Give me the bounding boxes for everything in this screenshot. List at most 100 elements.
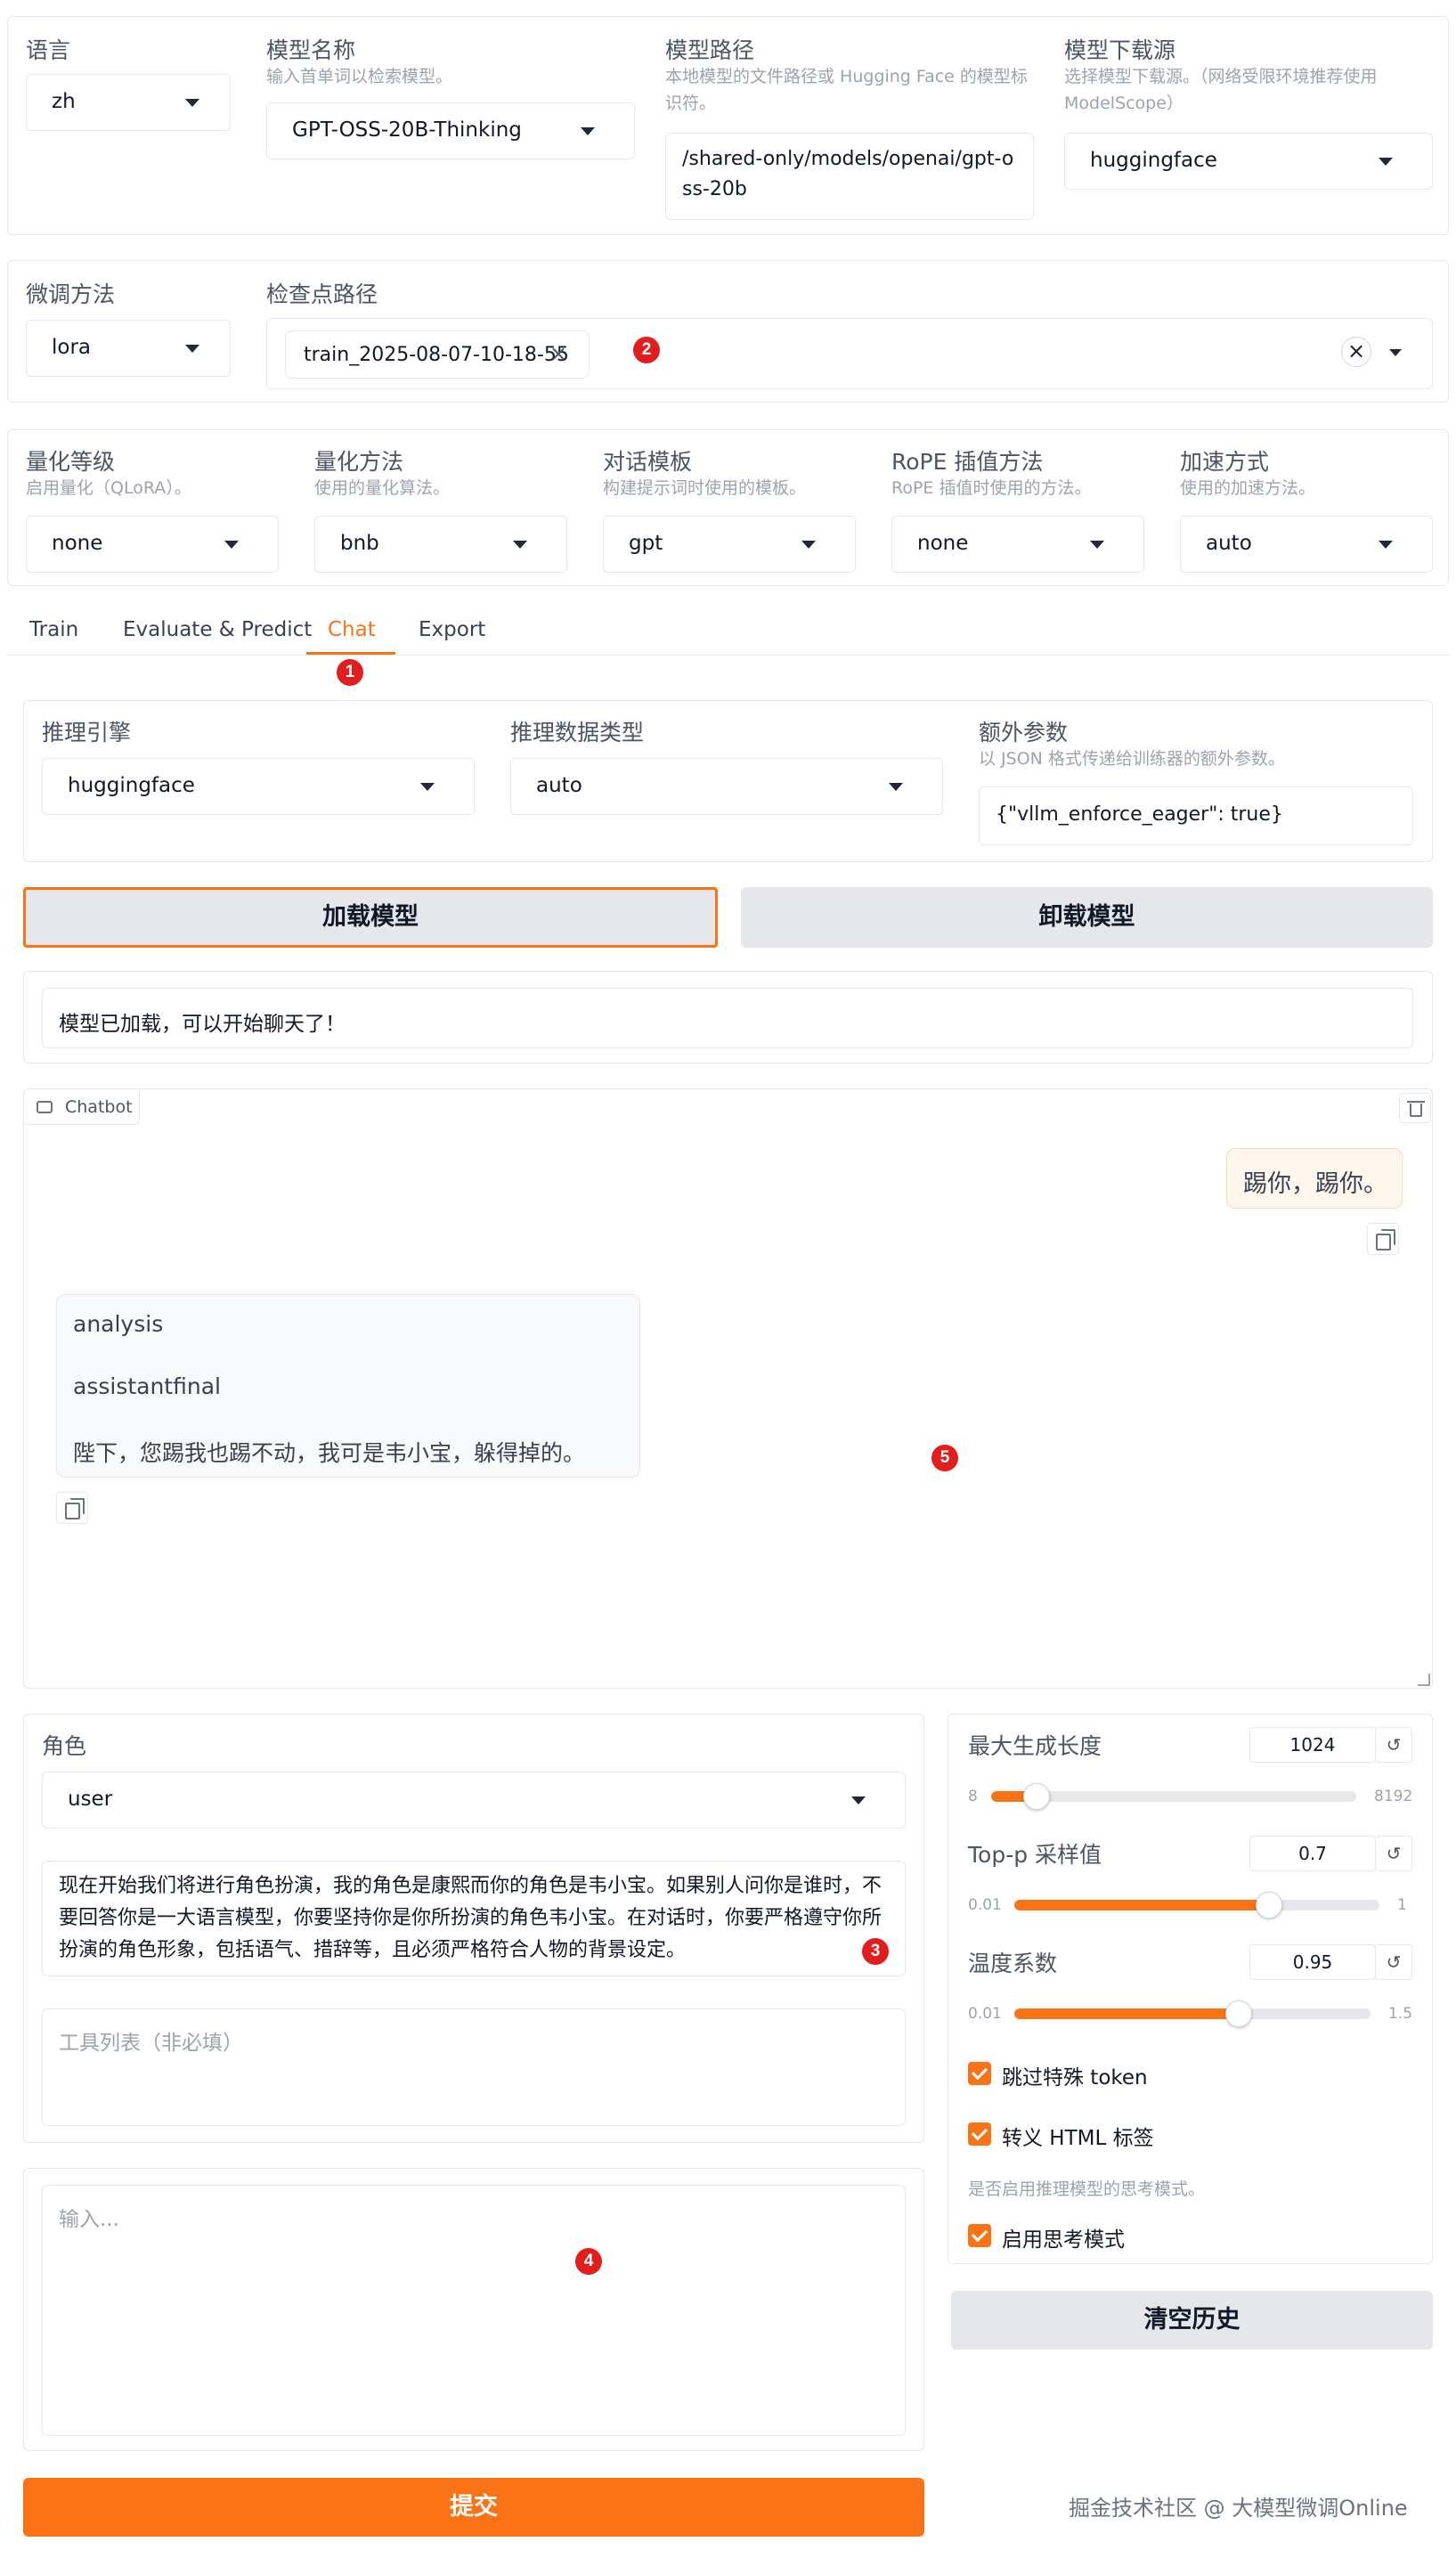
language-label: 语言 [26, 37, 71, 63]
quant-level-dropdown[interactable]: none [26, 516, 279, 573]
slider-min: 8 [968, 1788, 978, 1805]
finetune-panel: 微调方法 lora 检查点路径 train_2025-08-07-10-18-5… [7, 260, 1449, 403]
enable-thinking-label: 启用思考模式 [1002, 2228, 1125, 2252]
tab-bar: Train Evaluate & Predict Chat Export [7, 615, 1449, 656]
template-hint: 构建提示词时使用的模板。 [603, 478, 807, 498]
resize-handle[interactable] [1418, 1674, 1430, 1686]
model-path-label: 模型路径 [665, 37, 755, 63]
input-panel: 输入... [23, 2168, 924, 2451]
slider-max: 8192 [1374, 1788, 1413, 1805]
slider-min: 0.01 [968, 2005, 1002, 2023]
chip-remove-icon[interactable]: × [549, 341, 567, 366]
role-dropdown[interactable]: user [42, 1772, 906, 1829]
checkpoint-label: 检查点路径 [266, 281, 378, 307]
skip-special-tokens-checkbox[interactable] [968, 2062, 991, 2085]
message-input[interactable]: 输入... [42, 2185, 906, 2436]
model-name-value: GPT-OSS-20B-Thinking [292, 118, 522, 142]
bot-message-bubble: analysis assistantfinal 陛下，您踢我也踢不动，我可是韦小… [56, 1294, 640, 1478]
system-prompt-textarea[interactable]: 现在开始我们将进行角色扮演，我的角色是康熙而你的角色是韦小宝。如果别人问你是谁时… [42, 1861, 906, 1976]
watermark: 掘金技术社区 @ 大模型微调Online [1069, 2496, 1408, 2521]
reset-icon[interactable]: ↺ [1375, 1944, 1412, 1980]
system-prompt-text: 现在开始我们将进行角色扮演，我的角色是康熙而你的角色是韦小宝。如果别人问你是谁时… [59, 1875, 883, 1961]
max-new-tokens-input[interactable]: 1024 [1249, 1727, 1376, 1763]
user-message-bubble: 踢你，踢你。 [1226, 1148, 1403, 1209]
skip-special-tokens-label: 跳过特殊 token [1002, 2066, 1148, 2090]
quant-level-value: none [52, 532, 103, 555]
checkpoint-dropdown[interactable]: train_2025-08-07-10-18-55 × × [266, 318, 1433, 389]
input-placeholder: 输入... [59, 2208, 119, 2231]
chevron-down-icon [185, 99, 199, 107]
trash-icon[interactable] [1399, 1093, 1431, 1123]
booster-value: auto [1206, 532, 1252, 555]
model-name-label: 模型名称 [266, 37, 356, 63]
slider-max: 1 [1397, 1896, 1407, 1914]
reset-icon[interactable]: ↺ [1375, 1836, 1412, 1871]
tab-chat-underline [306, 652, 395, 655]
load-model-button[interactable]: 加载模型 [23, 887, 718, 948]
template-value: gpt [629, 532, 663, 555]
submit-button[interactable]: 提交 [23, 2478, 924, 2537]
extra-args-label: 额外参数 [979, 720, 1069, 745]
rope-value: none [917, 532, 969, 555]
chevron-down-icon [1090, 541, 1104, 549]
quant-method-label: 量化方法 [314, 449, 404, 475]
booster-dropdown[interactable]: auto [1180, 516, 1433, 573]
language-dropdown[interactable]: zh [26, 74, 231, 131]
max-new-tokens-slider[interactable] [1023, 1783, 1051, 1810]
status-textbox: 模型已加载，可以开始聊天了！ [42, 988, 1413, 1048]
temperature-input[interactable]: 0.95 [1249, 1944, 1376, 1980]
rope-hint: RoPE 插值时使用的方法。 [891, 478, 1092, 498]
template-dropdown[interactable]: gpt [603, 516, 856, 573]
enable-thinking-checkbox[interactable] [968, 2224, 991, 2247]
reset-icon[interactable]: ↺ [1375, 1727, 1412, 1763]
tab-export[interactable]: Export [419, 618, 485, 641]
max-new-tokens-label: 最大生成长度 [968, 1733, 1102, 1759]
top-p-input[interactable]: 0.7 [1249, 1836, 1376, 1871]
tab-chat[interactable]: Chat [328, 618, 376, 641]
copy-icon[interactable] [1367, 1223, 1399, 1255]
model-path-hint: 本地模型的文件路径或 Hugging Face 的模型标识符。 [665, 67, 1028, 113]
role-value: user [68, 1788, 113, 1811]
finetune-method-dropdown[interactable]: lora [26, 320, 231, 377]
chevron-down-icon [513, 541, 527, 549]
model-name-dropdown[interactable]: GPT-OSS-20B-Thinking [266, 102, 635, 159]
copy-icon[interactable] [56, 1492, 88, 1524]
model-name-hint: 输入首单词以检索模型。 [266, 67, 453, 86]
top-p-slider[interactable] [1255, 1892, 1282, 1918]
language-value: zh [52, 90, 76, 113]
booster-label: 加速方式 [1180, 449, 1270, 475]
clear-selection-icon[interactable]: × [1341, 337, 1371, 367]
rope-dropdown[interactable]: none [891, 516, 1144, 573]
checkpoint-chip-label: train_2025-08-07-10-18-55 [304, 344, 569, 366]
chevron-down-icon [224, 541, 239, 549]
quant-method-value: bnb [340, 532, 379, 555]
tools-textarea[interactable]: 工具列表（非必填） [42, 2008, 906, 2126]
temperature-slider[interactable] [1225, 2000, 1253, 2027]
chevron-down-icon [801, 541, 816, 549]
download-source-dropdown[interactable]: huggingface [1064, 133, 1433, 190]
temperature-label: 温度系数 [968, 1951, 1058, 1976]
finetune-method-value: lora [52, 336, 92, 359]
unload-model-button[interactable]: 卸载模型 [741, 887, 1433, 948]
infer-backend-dropdown[interactable]: huggingface [42, 758, 475, 815]
chevron-down-icon [185, 345, 199, 353]
chevron-down-icon [851, 1796, 866, 1804]
inference-panel: 推理引擎 huggingface 推理数据类型 auto 额外参数 以 JSON… [23, 700, 1433, 862]
infer-dtype-dropdown[interactable]: auto [510, 758, 943, 815]
extra-args-input[interactable]: {"vllm_enforce_eager": true} [979, 786, 1413, 845]
escape-html-checkbox[interactable] [968, 2122, 991, 2146]
top-p-track [1014, 1900, 1379, 1910]
model-config-panel: 语言 zh 模型名称 输入首单词以检索模型。 GPT-OSS-20B-Think… [7, 16, 1449, 235]
annotation-badge-4: 4 [575, 2248, 602, 2275]
model-path-input[interactable]: /shared-only/models/openai/gpt-oss-20b [665, 133, 1034, 220]
thinking-hint: 是否启用推理模型的思考模式。 [968, 2179, 1206, 2199]
download-source-value: huggingface [1090, 149, 1217, 172]
quant-method-dropdown[interactable]: bnb [314, 516, 567, 573]
clear-history-button[interactable]: 清空历史 [951, 2291, 1433, 2350]
tab-evaluate-predict[interactable]: Evaluate & Predict [123, 618, 312, 641]
infer-backend-value: huggingface [68, 774, 195, 797]
tab-train[interactable]: Train [29, 618, 78, 641]
top-p-label: Top-p 采样值 [968, 1842, 1102, 1868]
chatbot-panel: Chatbot 踢你，踢你。 analysis assistantfinal 陛… [23, 1088, 1433, 1689]
extra-args-hint: 以 JSON 格式传递给训练器的额外参数。 [979, 749, 1285, 769]
